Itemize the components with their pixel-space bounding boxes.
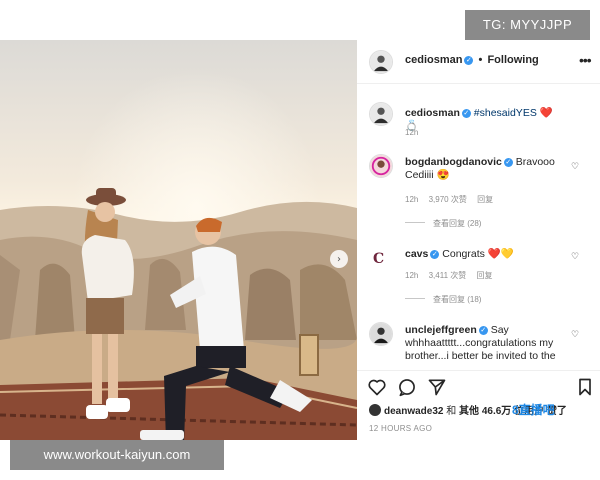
comment-likes[interactable]: 3,970 次赞 xyxy=(429,195,467,204)
author-line: cediosman ✓ • Following xyxy=(405,54,539,66)
following-button[interactable]: Following xyxy=(487,54,538,66)
comment-bubble-icon[interactable] xyxy=(397,377,417,397)
author-username[interactable]: cediosman xyxy=(405,54,462,66)
comment-body: Congrats ❤️💛 xyxy=(442,248,514,260)
verified-badge-icon: ✓ xyxy=(461,109,471,118)
caption-time: 12h xyxy=(405,128,426,137)
post-actions-bar xyxy=(357,370,600,400)
post-timestamp: 12 HOURS AGO xyxy=(369,424,433,433)
comment-username[interactable]: bogdanbogdanovic xyxy=(405,156,502,168)
comment-time: 12h xyxy=(405,271,419,280)
separator-dot: • xyxy=(478,54,483,66)
likes-joiner: 和 xyxy=(446,406,457,417)
caption-text: cediosman ✓ #shesaidYES ❤️💍 xyxy=(405,107,565,133)
verified-badge-icon: ✓ xyxy=(430,250,440,259)
like-comment-heart-icon[interactable]: ♡ xyxy=(571,330,579,340)
proposal-photo-image xyxy=(0,40,357,440)
view-replies-link[interactable]: 查看回复 (28) xyxy=(405,218,481,229)
comment-text: bogdanbogdanovic ✓ Bravooo Cediiii 😍 xyxy=(405,156,565,182)
view-replies-link[interactable]: 查看回复 (18) xyxy=(405,294,481,305)
caption: cediosman ✓ #shesaidYES ❤️💍 12h xyxy=(357,102,600,142)
caption-hashtag[interactable]: #shesaidYES xyxy=(474,107,537,119)
comment-reply-link[interactable]: 回复 xyxy=(476,271,492,280)
comment-text: cavs ✓ Congrats ❤️💛 xyxy=(405,248,565,261)
comment-likes[interactable]: 3,411 次赞 xyxy=(429,271,467,280)
save-bookmark-icon[interactable] xyxy=(575,377,595,397)
liker-avatar[interactable] xyxy=(369,404,381,416)
comment-meta: 12h 3,970 次赞 回复 xyxy=(405,194,501,205)
caption-username[interactable]: cediosman xyxy=(405,107,460,119)
comment-avatar[interactable] xyxy=(369,322,393,346)
watermark-bottom-badge: www.workout-kaiyun.com xyxy=(10,440,224,470)
comment-item: bogdanbogdanovic ✓ Bravooo Cediiii 😍 ♡ 12… xyxy=(357,154,600,234)
comment-avatar[interactable] xyxy=(369,154,393,178)
caption-time-text: 12h xyxy=(405,128,419,137)
watermark-top-badge: TG: MYYJJPP xyxy=(465,10,590,40)
post-header: cediosman ✓ • Following ••• xyxy=(357,40,600,84)
verified-badge-icon: ✓ xyxy=(503,158,513,167)
svg-text:C: C xyxy=(373,251,384,267)
author-avatar[interactable] xyxy=(369,50,393,74)
share-send-icon[interactable] xyxy=(427,377,447,397)
comment-username[interactable]: cavs xyxy=(405,248,428,260)
post-side-panel: cediosman ✓ • Following ••• cediosman ✓ #s… xyxy=(357,40,600,440)
verified-badge-icon: ✓ xyxy=(478,326,488,335)
like-comment-heart-icon[interactable]: ♡ xyxy=(571,162,579,172)
liker-username[interactable]: deanwade32 xyxy=(384,406,443,417)
like-heart-icon[interactable] xyxy=(367,377,387,397)
like-comment-heart-icon[interactable]: ♡ xyxy=(571,252,579,262)
comment-meta: 12h 3,411 次赞 回复 xyxy=(405,270,500,281)
comment-username[interactable]: unclejeffgreen xyxy=(405,324,477,336)
comment-text: unclejeffgreen ✓ Say whhhaattttt...congra… xyxy=(405,324,565,363)
post-photo[interactable] xyxy=(0,40,357,440)
comment-reply-link[interactable]: 回复 xyxy=(477,195,493,204)
comment-item: C cavs ✓ Congrats ❤️💛 ♡ 12h 3,411 次赞 回复 查… xyxy=(357,246,600,316)
verified-badge-icon: ✓ xyxy=(464,56,474,65)
brand-logo-watermark: 8直播吧 xyxy=(512,403,555,417)
comment-time: 12h xyxy=(405,195,419,204)
comment-avatar[interactable]: C xyxy=(369,246,393,270)
caption-avatar[interactable] xyxy=(369,102,393,126)
next-photo-chevron-icon[interactable]: › xyxy=(330,250,348,268)
more-options-icon[interactable]: ••• xyxy=(579,52,592,68)
comment-item: unclejeffgreen ✓ Say whhhaattttt...congra… xyxy=(357,322,600,368)
